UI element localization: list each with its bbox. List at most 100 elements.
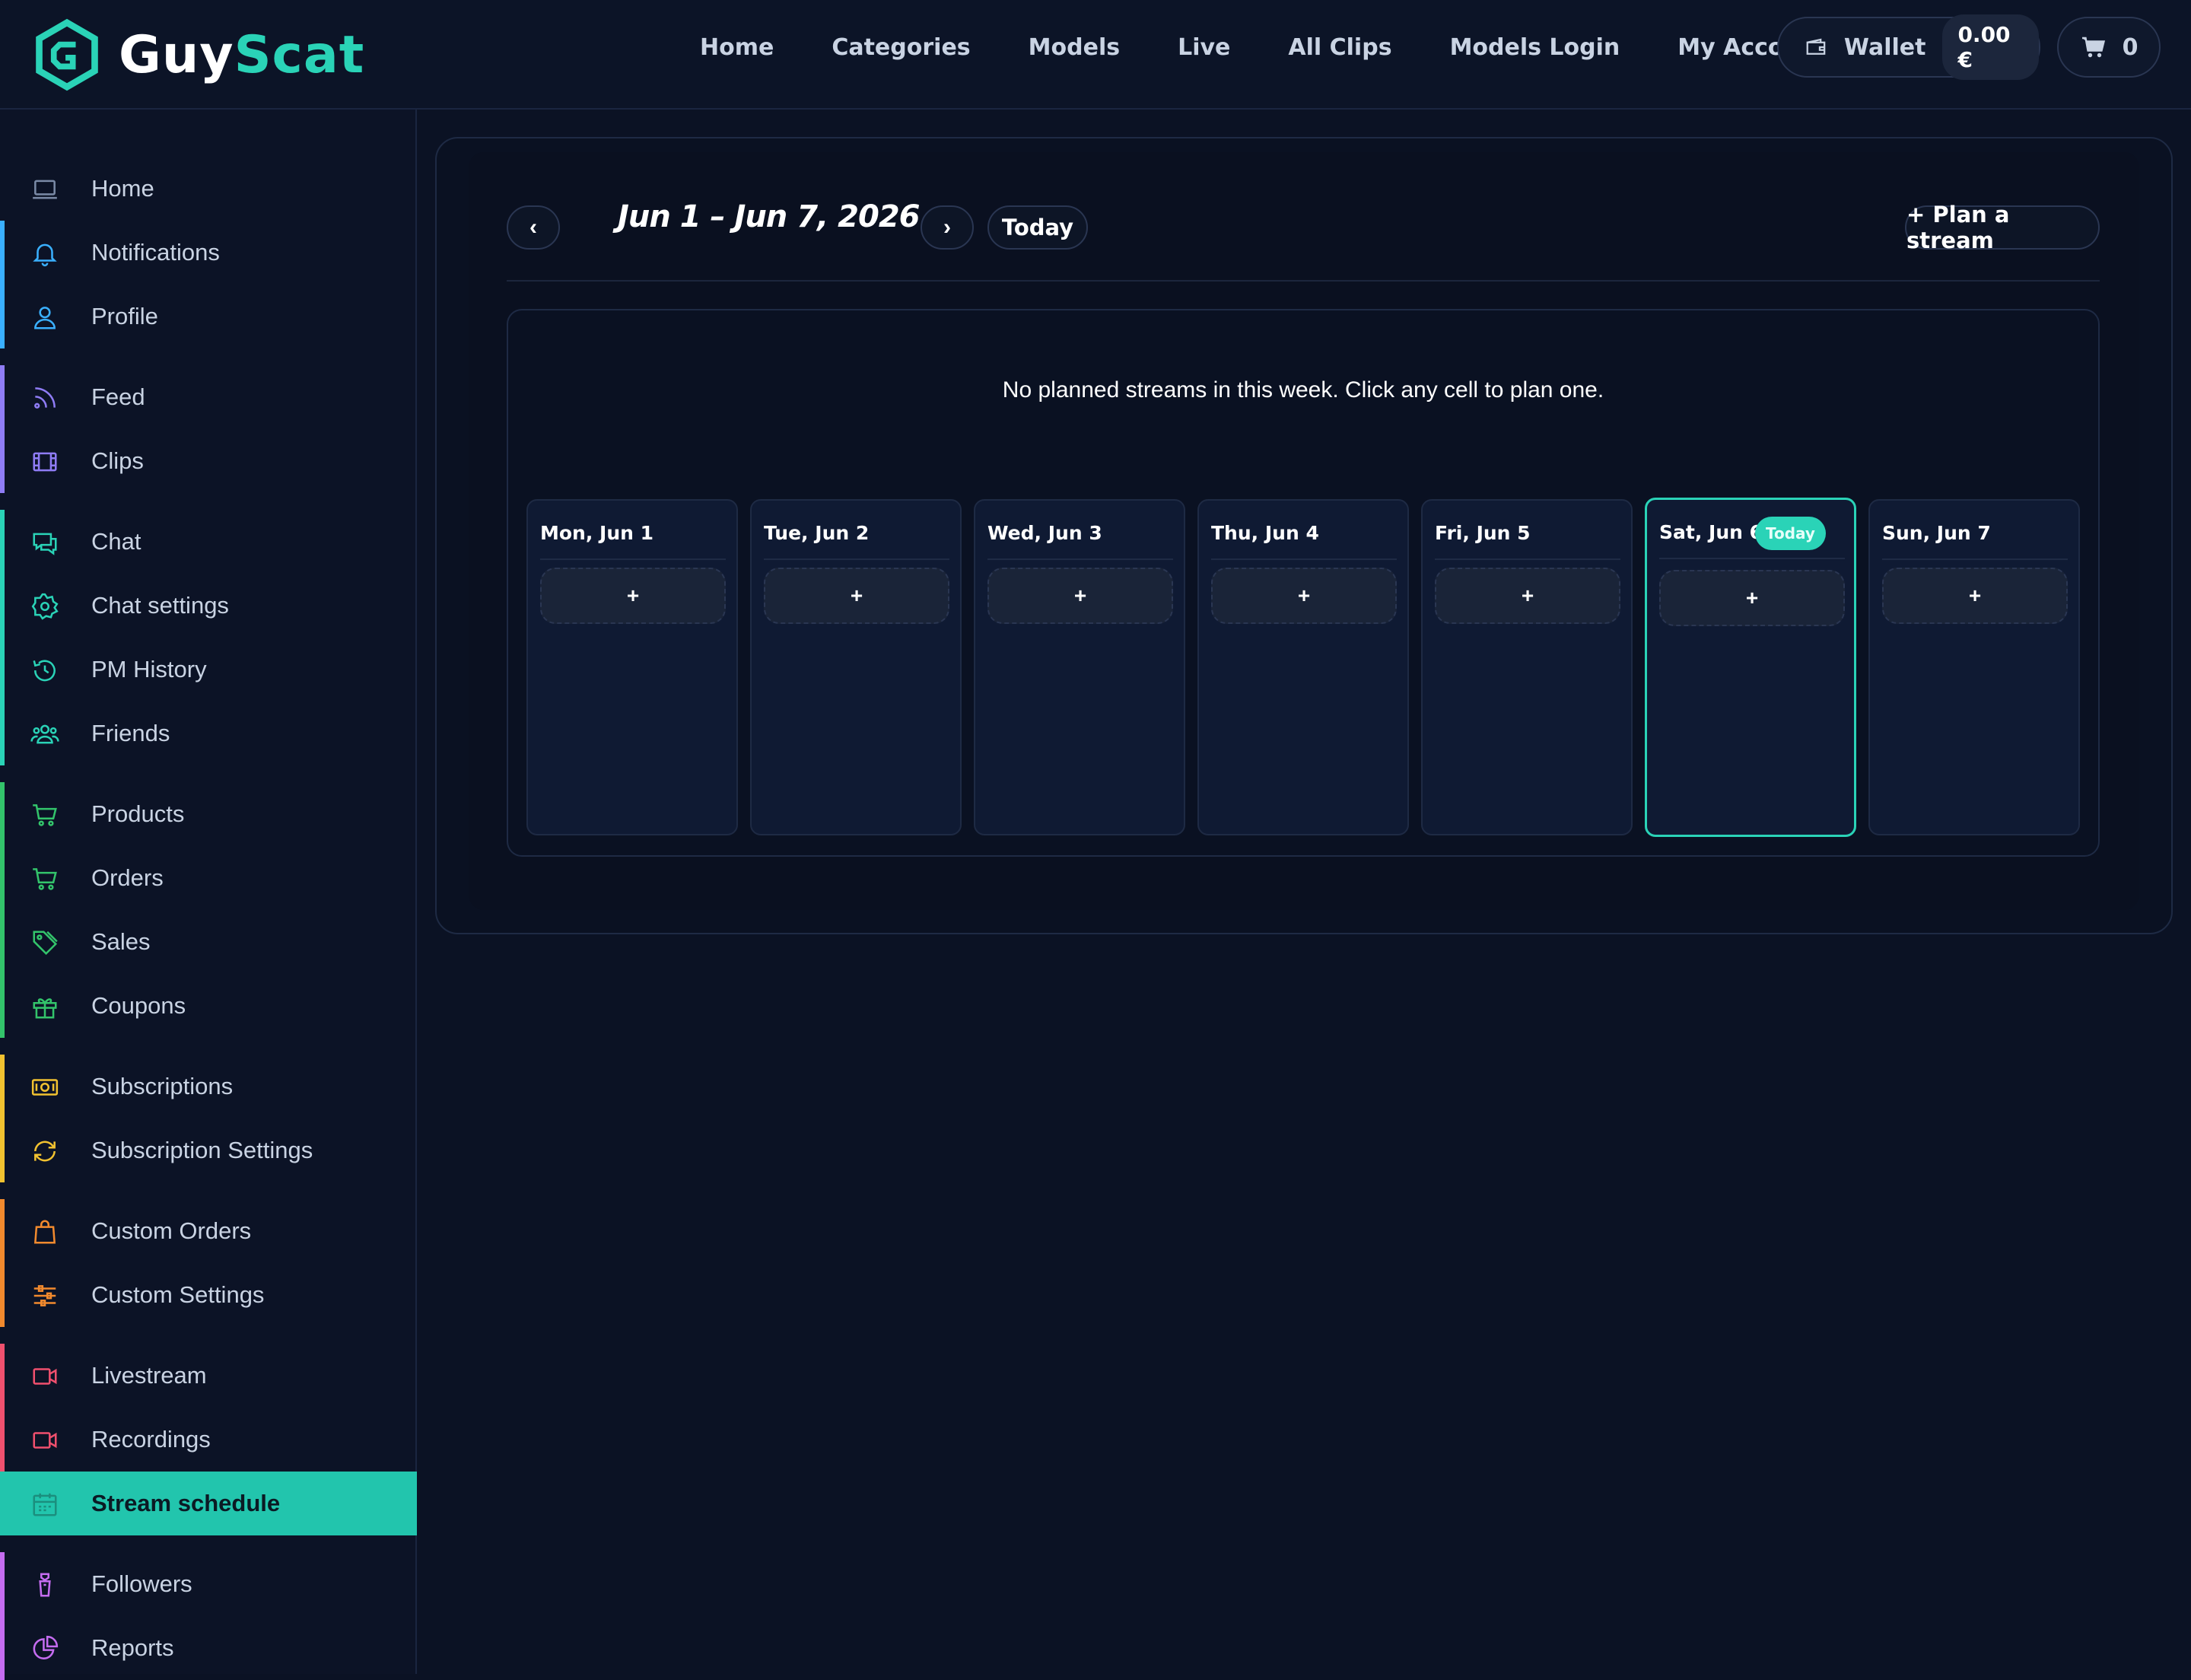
nav-home[interactable]: Home (700, 34, 774, 61)
sidebar-item-label: Reports (91, 1634, 174, 1661)
sidebar-item-label: Coupons (91, 992, 186, 1019)
nav-models-login[interactable]: Models Login (1450, 34, 1620, 61)
video-icon (33, 1432, 57, 1449)
top-navbar: GuyScat Home Categories Models Live All … (0, 0, 2191, 110)
sidebar-item-chat-settings[interactable]: Chat settings (0, 574, 417, 638)
sidebar-item-label: Livestream (91, 1362, 207, 1389)
sidebar-item-custom-settings[interactable]: Custom Settings (0, 1263, 417, 1327)
sidebar-item-profile[interactable]: Profile (0, 285, 417, 348)
sidebar-item-label: Profile (91, 303, 158, 329)
day-column[interactable]: Wed, Jun 3 + (974, 499, 1185, 835)
laptop-icon (33, 180, 57, 199)
day-label: Thu, Jun 4 (1211, 522, 1319, 544)
sidebar-item-feed[interactable]: Feed (0, 365, 417, 429)
logo[interactable]: GuyScat (30, 12, 364, 97)
sidebar-accent-bar (0, 1118, 5, 1182)
sidebar-item-label: Chat (91, 528, 142, 555)
add-stream-slot-button[interactable]: + (540, 568, 726, 624)
sidebar-item-orders[interactable]: Orders (0, 846, 417, 910)
nav-live[interactable]: Live (1178, 34, 1230, 61)
day-column[interactable]: Tue, Jun 2 + (750, 499, 962, 835)
sidebar-item-label: Custom Orders (91, 1217, 252, 1244)
sidebar-accent-bar (0, 974, 5, 1038)
add-stream-slot-button[interactable]: + (987, 568, 1173, 624)
cart-icon (33, 804, 57, 826)
add-stream-slot-button[interactable]: + (1659, 570, 1845, 626)
sidebar-item-sales[interactable]: Sales (0, 910, 417, 974)
add-stream-slot-button[interactable]: + (1211, 568, 1397, 624)
day-divider (1211, 558, 1397, 560)
sidebar-item-label: Notifications (91, 239, 220, 266)
sidebar-accent-bar (0, 910, 5, 974)
sidebar-item-products[interactable]: Products (0, 782, 417, 846)
sidebar-item-livestream[interactable]: Livestream (0, 1344, 417, 1408)
sidebar-accent-bar (0, 638, 5, 702)
sidebar-item-recordings[interactable]: Recordings (0, 1408, 417, 1472)
sidebar-item-reports[interactable]: Reports (0, 1616, 417, 1680)
sidebar-item-subscriptions[interactable]: Subscriptions (0, 1055, 417, 1118)
film-icon (33, 452, 57, 472)
main-nav: Home Categories Models Live All Clips Mo… (700, 0, 1827, 94)
shirt-icon (39, 1573, 51, 1597)
day-column[interactable]: Mon, Jun 1 + (526, 499, 738, 835)
refresh-icon (34, 1141, 56, 1162)
sidebar-item-home[interactable]: Home (0, 157, 417, 221)
nav-categories[interactable]: Categories (832, 34, 970, 61)
wallet-label: Wallet (1843, 33, 1926, 61)
sidebar-accent-bar (0, 846, 5, 910)
gift-icon (33, 998, 57, 1019)
money-icon (31, 1079, 59, 1096)
day-label: Wed, Jun 3 (987, 522, 1102, 544)
bell-icon (33, 243, 57, 267)
sidebar-item-friends[interactable]: Friends (0, 702, 417, 765)
nav-all-clips[interactable]: All Clips (1288, 34, 1391, 61)
wallet-amount: 0.00 € (1942, 14, 2039, 80)
add-stream-slot-button[interactable]: + (1882, 568, 2068, 624)
today-button[interactable]: Today (987, 205, 1088, 250)
sidebar-item-custom-orders[interactable]: Custom Orders (0, 1199, 417, 1263)
sidebar-accent-bar (0, 782, 5, 846)
sidebar-item-label: PM History (91, 656, 207, 682)
sidebar-item-clips[interactable]: Clips (0, 429, 417, 493)
sliders-icon (33, 1285, 56, 1306)
sidebar-accent-bar (0, 1263, 5, 1327)
sidebar-item-label: Subscription Settings (91, 1137, 313, 1163)
video-icon (33, 1368, 57, 1385)
sidebar-item-label: Subscriptions (91, 1073, 234, 1099)
day-column[interactable]: Sun, Jun 7 + (1868, 499, 2080, 835)
cart-button[interactable]: 0 (2057, 17, 2161, 78)
day-divider (764, 558, 949, 560)
history-icon (33, 660, 56, 682)
logo-text: GuyScat (119, 24, 365, 85)
day-column[interactable]: Sat, Jun 6 Today + (1645, 498, 1856, 837)
sidebar-accent-bar (0, 1472, 5, 1535)
day-label: Mon, Jun 1 (540, 522, 654, 544)
sidebar-accent-bar (0, 365, 5, 429)
sidebar-accent-bar (0, 1408, 5, 1472)
gear-icon (31, 593, 59, 620)
empty-message: No planned streams in this week. Click a… (1002, 377, 1604, 402)
add-stream-slot-button[interactable]: + (1435, 568, 1620, 624)
prev-week-button[interactable]: ‹ (507, 205, 560, 250)
sidebar-item-pm-history[interactable]: PM History (0, 638, 417, 702)
sidebar-item-stream-schedule[interactable]: Stream schedule (0, 1472, 417, 1535)
next-week-button[interactable]: › (921, 205, 974, 250)
nav-models[interactable]: Models (1029, 34, 1120, 61)
sidebar-item-chat[interactable]: Chat (0, 510, 417, 574)
sidebar-accent-bar (0, 1055, 5, 1118)
sidebar-item-coupons[interactable]: Coupons (0, 974, 417, 1038)
wallet-button[interactable]: Wallet 0.00 € (1777, 14, 2040, 80)
sidebar-item-label: Products (91, 800, 185, 827)
day-divider (540, 558, 726, 560)
day-label: Fri, Jun 5 (1435, 522, 1531, 544)
plan-stream-button[interactable]: + Plan a stream (1905, 202, 2100, 253)
day-column[interactable]: Fri, Jun 5 + (1421, 499, 1633, 835)
add-stream-slot-button[interactable]: + (764, 568, 949, 624)
sidebar-accent-bar (0, 285, 5, 348)
sidebar-item-followers[interactable]: Followers (0, 1552, 417, 1616)
divider (507, 280, 2100, 282)
sidebar-item-notifications[interactable]: Notifications (0, 221, 417, 285)
sidebar-item-subscription-settings[interactable]: Subscription Settings (0, 1118, 417, 1182)
today-badge: Today (1755, 517, 1826, 550)
day-column[interactable]: Thu, Jun 4 + (1197, 499, 1409, 835)
